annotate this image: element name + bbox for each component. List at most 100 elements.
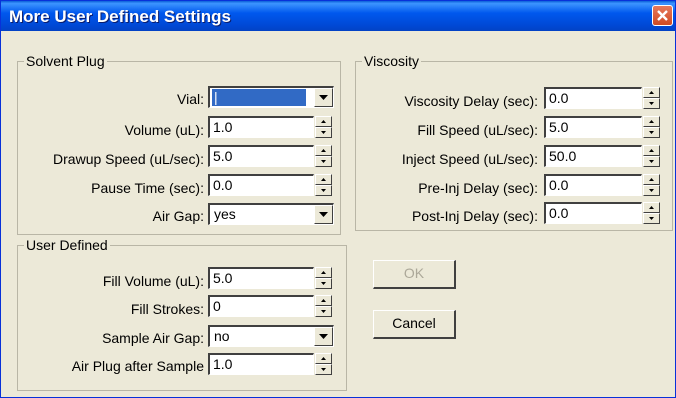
spin-up-button[interactable] [643,116,660,127]
spin-up-button[interactable] [643,174,660,185]
arrow-up-icon [321,120,326,123]
pre-inj-delay-spinner[interactable] [643,174,660,196]
spin-down-button[interactable] [643,213,660,224]
arrow-up-icon [321,271,326,274]
inject-speed-spinner[interactable] [643,145,660,167]
window-title: More User Defined Settings [9,7,231,26]
spin-down-button[interactable] [643,127,660,138]
spin-up-button[interactable] [315,267,332,278]
arrow-down-icon [321,131,326,134]
vial-label: Vial: [177,91,204,107]
inject-speed-field[interactable]: 50.0 [544,145,642,167]
volume-spinner[interactable] [315,116,332,138]
air-plug-field[interactable]: 1.0 [208,353,314,375]
arrow-down-icon [321,282,326,285]
sample-air-gap-dropdown[interactable]: no [208,325,334,347]
fill-strokes-label: Fill Strokes: [130,301,204,317]
fill-speed-spinner[interactable] [643,116,660,138]
viscosity-legend: Viscosity [362,53,421,69]
air-plug-label: Air Plug after Sample [71,358,204,374]
chevron-down-icon [319,334,328,339]
arrow-up-icon [321,178,326,181]
arrow-down-icon [321,368,326,371]
spin-up-button[interactable] [643,202,660,213]
spin-down-button[interactable] [315,185,332,196]
vial-dropdown[interactable]: | [208,86,334,108]
pause-time-label: Pause Time (sec): [91,180,204,196]
dropdown-button[interactable] [314,327,333,346]
volume-label: Volume (uL): [124,122,204,138]
ok-button[interactable]: OK [373,260,456,289]
spin-up-button[interactable] [315,145,332,156]
air-gap-value: yes [214,206,236,222]
dialog-window: More User Defined Settings Solvent Plug … [0,0,676,398]
fill-strokes-field[interactable]: 0 [208,295,314,317]
fill-speed-field[interactable]: 5.0 [544,116,642,138]
spin-down-button[interactable] [643,185,660,196]
spin-up-button[interactable] [315,295,332,306]
arrow-down-icon [321,189,326,192]
fill-speed-label: Fill Speed (uL/sec): [417,122,538,138]
dropdown-button[interactable] [314,205,333,224]
pause-time-field[interactable]: 0.0 [208,174,314,196]
arrow-up-icon [321,299,326,302]
post-inj-delay-spinner[interactable] [643,202,660,224]
arrow-down-icon [649,160,654,163]
arrow-up-icon [321,357,326,360]
spin-up-button[interactable] [643,145,660,156]
volume-field[interactable]: 1.0 [208,116,314,138]
arrow-up-icon [649,120,654,123]
spin-up-button[interactable] [315,174,332,185]
spin-up-button[interactable] [315,116,332,127]
user-defined-legend: User Defined [24,237,110,253]
arrow-up-icon [321,149,326,152]
post-inj-delay-field[interactable]: 0.0 [544,202,642,224]
spin-up-button[interactable] [315,353,332,364]
fill-volume-field[interactable]: 5.0 [208,267,314,289]
viscosity-delay-spinner[interactable] [643,87,660,109]
close-button[interactable] [652,5,673,26]
fill-volume-label: Fill Volume (uL): [102,273,204,289]
air-plug-spinner[interactable] [315,353,332,375]
arrow-down-icon [649,217,654,220]
post-inj-delay-label: Post-Inj Delay (sec): [411,208,538,224]
drawup-speed-label: Drawup Speed (uL/sec): [53,151,204,167]
spin-down-button[interactable] [315,278,332,289]
arrow-down-icon [321,310,326,313]
cancel-button[interactable]: Cancel [373,310,456,339]
viscosity-delay-field[interactable]: 0.0 [544,87,642,109]
arrow-down-icon [649,131,654,134]
drawup-speed-spinner[interactable] [315,145,332,167]
chevron-down-icon [319,212,328,217]
spin-up-button[interactable] [643,87,660,98]
spin-down-button[interactable] [315,364,332,375]
arrow-up-icon [649,149,654,152]
pause-time-spinner[interactable] [315,174,332,196]
spin-down-button[interactable] [643,98,660,109]
drawup-speed-field[interactable]: 5.0 [208,145,314,167]
spin-down-button[interactable] [315,127,332,138]
spin-down-button[interactable] [315,306,332,317]
pre-inj-delay-field[interactable]: 0.0 [544,174,642,196]
arrow-up-icon [649,178,654,181]
sample-air-gap-label: Sample Air Gap: [102,330,204,346]
air-gap-label: Air Gap: [152,208,204,224]
fill-volume-spinner[interactable] [315,267,332,289]
spin-down-button[interactable] [315,156,332,167]
viscosity-delay-label: Viscosity Delay (sec): [404,93,538,109]
close-icon [657,10,668,21]
arrow-down-icon [649,102,654,105]
title-bar[interactable]: More User Defined Settings [1,1,675,31]
air-gap-dropdown[interactable]: yes [208,203,334,225]
spin-down-button[interactable] [643,156,660,167]
vial-value: | [212,89,306,106]
arrow-up-icon [649,91,654,94]
arrow-up-icon [649,206,654,209]
dropdown-button[interactable] [314,88,333,107]
pre-inj-delay-label: Pre-Inj Delay (sec): [418,180,538,196]
chevron-down-icon [319,95,328,100]
fill-strokes-spinner[interactable] [315,295,332,317]
solvent-plug-legend: Solvent Plug [24,53,107,69]
arrow-down-icon [321,160,326,163]
arrow-down-icon [649,189,654,192]
